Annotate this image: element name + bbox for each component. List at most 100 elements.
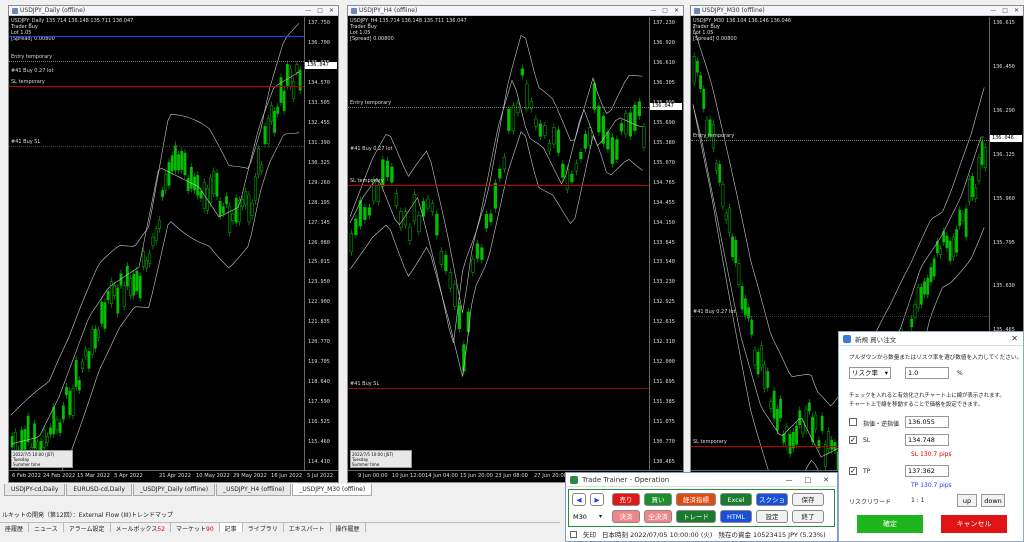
prev-button[interactable]: ◀ xyxy=(572,493,586,506)
new-buy-order-dialog[interactable]: 新規 買い注文 ✕ プルダウンから数量またはリスク率を選び数値を入力してください… xyxy=(838,331,1024,542)
confirm-button[interactable]: 確定 xyxy=(857,515,923,533)
timeframe-label[interactable]: M30 xyxy=(573,513,587,521)
time-scale[interactable]: 6 Feb 2022 24 Feb 2022 15 Mar 2022 3 Apr 20… xyxy=(9,470,338,482)
arrow-checkbox[interactable] xyxy=(570,530,577,538)
excel-button[interactable]: Excel xyxy=(720,493,752,506)
html-button[interactable]: HTML xyxy=(720,510,752,523)
terminal-tab[interactable]: ニュース xyxy=(29,523,64,533)
next-button[interactable]: ▶ xyxy=(590,493,604,506)
candle xyxy=(132,270,136,300)
candle xyxy=(276,102,280,118)
candle xyxy=(951,232,955,261)
window-titlebar[interactable]: USDJPY_Daily (offline) — □ ✕ xyxy=(9,6,338,16)
chart-window-daily[interactable]: USDJPY_Daily (offline) — □ ✕ 137.750 136.70… xyxy=(8,5,339,483)
maximize-icon[interactable]: □ xyxy=(662,7,668,14)
candle xyxy=(489,209,493,226)
limit-checkbox[interactable] xyxy=(849,418,857,426)
terminal-tab[interactable]: 座履歴 xyxy=(0,523,30,533)
screenshot-button[interactable]: スクショ xyxy=(756,493,788,506)
sell-button[interactable]: 売り xyxy=(612,493,640,506)
tp-input[interactable] xyxy=(905,465,949,477)
chart-tab[interactable]: _USDJPY_H4 (offline) xyxy=(216,484,292,496)
order-line xyxy=(691,316,989,317)
minimize-icon[interactable]: — xyxy=(305,7,311,14)
entry-line[interactable] xyxy=(348,107,649,108)
maximize-icon[interactable]: □ xyxy=(805,476,812,484)
news-headline[interactable]: ルキットの開発（第12回）：External Flow (III)トレンドマップ xyxy=(0,510,570,519)
trade-trainer-window[interactable]: Trade Trainer - Operation — □ ✕ ◀ ▶ 売り 買い … xyxy=(565,472,838,542)
time-info-line: Summer time xyxy=(352,462,380,467)
minimize-icon[interactable]: — xyxy=(650,7,656,14)
funds-text: 残在の資金 10523415 JPY (5.23%) xyxy=(718,531,826,539)
settle-button[interactable]: 決済 xyxy=(612,510,640,523)
close-icon[interactable]: ✕ xyxy=(1014,7,1019,14)
blue-line[interactable] xyxy=(9,36,304,37)
terminal-tab[interactable]: 操作履歴 xyxy=(331,523,366,533)
tp-checkbox[interactable]: ✓ xyxy=(849,467,857,475)
candle xyxy=(135,267,139,295)
settle-all-button[interactable]: 全決済 xyxy=(644,510,672,523)
sl-input[interactable] xyxy=(905,434,949,446)
terminal-tab-label: 操作履歴 xyxy=(335,526,360,533)
candle xyxy=(538,119,543,141)
chart-window-h4[interactable]: USDJPY_H4 (offline) — □ ✕ 137.230 136.920 13… xyxy=(347,5,684,483)
terminal-tab[interactable]: メールボックス52 xyxy=(111,523,172,533)
terminal-tab[interactable]: アラーム設定 xyxy=(64,523,111,533)
price-chart[interactable] xyxy=(348,17,649,470)
chart-tab[interactable]: USDJPY-cd,Daily xyxy=(4,484,66,496)
mode-select[interactable]: リスク率 ▾ xyxy=(849,367,891,379)
close-icon[interactable]: ✕ xyxy=(823,476,829,484)
candle xyxy=(718,160,722,187)
save-button[interactable]: 保存 xyxy=(792,493,824,506)
sl-checkbox[interactable]: ✓ xyxy=(849,436,857,444)
risk-input[interactable] xyxy=(905,367,949,379)
order-label: #41 Buy 0.27 lot xyxy=(11,68,54,74)
exit-button[interactable]: 終了 xyxy=(792,510,824,523)
minimize-icon[interactable]: — xyxy=(990,7,996,14)
trade-button[interactable]: トレード xyxy=(676,510,716,523)
trade-trainer-titlebar[interactable]: Trade Trainer - Operation — □ ✕ xyxy=(566,473,837,487)
minimize-icon[interactable]: — xyxy=(786,476,793,484)
sl-line[interactable] xyxy=(9,86,304,87)
window-titlebar[interactable]: USDJPY_M30 (offline) — □ ✕ xyxy=(691,6,1023,16)
price-tick: 130.465 xyxy=(653,459,675,465)
cancel-button[interactable]: キャンセル xyxy=(941,515,1007,533)
chevron-down-icon[interactable]: ▾ xyxy=(599,513,602,520)
candle xyxy=(125,261,129,291)
price-tick: 125.015 xyxy=(308,259,330,266)
price-scale[interactable]: 137.230136.920136.610136.305135.995135.6… xyxy=(649,17,683,470)
chart-tab[interactable]: _USDJPY_Daily (offline) xyxy=(132,484,216,496)
sl-line[interactable] xyxy=(348,185,649,186)
upper-band xyxy=(349,35,643,313)
price-chart[interactable] xyxy=(9,17,304,470)
price-scale[interactable]: 137.750136.700135.635134.570133.505132.4… xyxy=(304,17,338,470)
time-tick: 9 Jun 00:00 xyxy=(358,473,388,479)
maximize-icon[interactable]: □ xyxy=(1002,7,1008,14)
close-icon[interactable]: ✕ xyxy=(329,7,334,14)
chart-info: USDJPY_M30 136.104 136.146 136.046 Trade… xyxy=(693,18,791,42)
candle xyxy=(507,105,511,135)
window-titlebar[interactable]: USDJPY_H4 (offline) — □ ✕ xyxy=(348,6,683,16)
limit-input[interactable] xyxy=(905,416,949,428)
maximize-icon[interactable]: □ xyxy=(317,7,323,14)
dialog-titlebar[interactable]: 新規 買い注文 ✕ xyxy=(839,332,1023,346)
terminal-tab[interactable]: 記事 xyxy=(219,523,243,533)
terminal-tab[interactable]: ライブラリ xyxy=(243,523,284,533)
down-button[interactable]: down xyxy=(981,494,1005,507)
settings-button[interactable]: 設定 xyxy=(756,510,788,523)
chart-tab[interactable]: EURUSD-cd,Daily xyxy=(66,484,132,496)
terminal-tab[interactable]: エキスパート xyxy=(284,523,331,533)
candle xyxy=(795,421,798,449)
price-tick: 132.455 xyxy=(308,119,330,126)
terminal-tab[interactable]: マーケット90 xyxy=(171,523,220,533)
indicators-button[interactable]: 経済指標 xyxy=(676,493,716,506)
up-button[interactable]: up xyxy=(957,494,977,507)
close-icon[interactable]: ✕ xyxy=(1011,334,1023,343)
candle xyxy=(702,85,706,113)
buy-button[interactable]: 買い xyxy=(644,493,672,506)
chart-tab[interactable]: _USDJPY_M30 (offline) xyxy=(292,484,373,496)
entry-line[interactable] xyxy=(691,140,989,141)
candle xyxy=(610,133,615,168)
entry-line[interactable] xyxy=(9,61,304,62)
close-icon[interactable]: ✕ xyxy=(674,7,679,14)
